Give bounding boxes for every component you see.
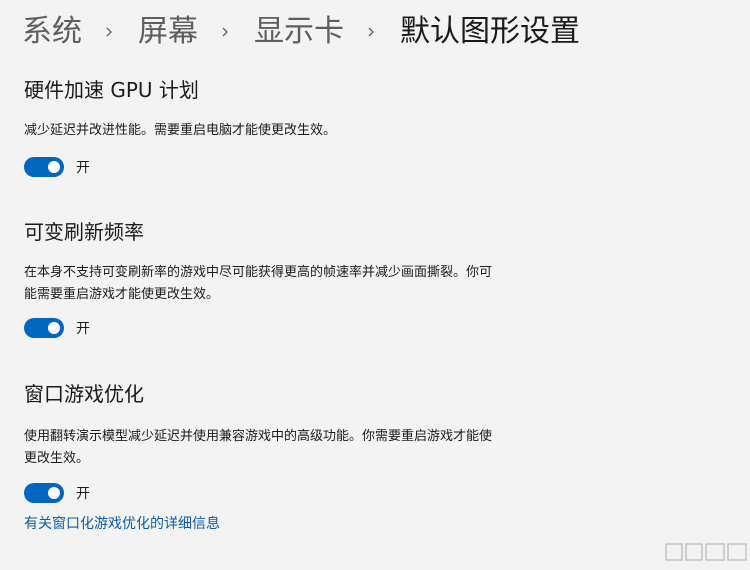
section-description: 在本身不支持可变刷新率的游戏中尽可能获得更高的帧速率并减少画面撕裂。你可能需要重… (24, 265, 493, 302)
chevron-right-icon (104, 27, 114, 37)
breadcrumb-item-system[interactable]: 系统 (22, 12, 82, 52)
windowed-game-optimizations-toggle[interactable] (24, 483, 64, 503)
section-title: 可变刷新频率 (24, 220, 144, 244)
chevron-right-icon (220, 27, 230, 37)
toggle-row-windowed-game-optimizations: 开 (24, 483, 90, 503)
section-description-wrapper: 减少延迟并改进性能。需要重启电脑才能使更改生效。 (24, 120, 504, 142)
section-title: 窗口游戏优化 (24, 382, 144, 406)
section-description: 减少延迟并改进性能。需要重启电脑才能使更改生效。 (24, 123, 337, 138)
section-description: 使用翻转演示模型减少延迟并使用兼容游戏中的高级功能。你需要重启游戏才能使更改生效… (24, 429, 493, 466)
breadcrumb-item-display[interactable]: 屏幕 (138, 12, 198, 52)
chevron-right-icon (366, 27, 376, 37)
toggle-row-hardware-gpu-scheduling: 开 (24, 157, 90, 177)
hardware-gpu-scheduling-toggle[interactable] (24, 157, 64, 177)
watermark-logo (664, 540, 750, 566)
variable-refresh-rate-toggle[interactable] (24, 318, 64, 338)
breadcrumb: 系统 屏幕 显示卡 默认图形设置 (22, 12, 580, 52)
toggle-state-label: 开 (76, 486, 90, 502)
toggle-state-label: 开 (76, 160, 90, 176)
section-windowed-game-optimizations: 窗口游戏优化 (24, 380, 504, 408)
toggle-knob (48, 322, 60, 334)
toggle-knob (48, 161, 60, 173)
section-title: 硬件加速 GPU 计划 (24, 78, 199, 102)
toggle-knob (48, 487, 60, 499)
page-title: 默认图形设置 (400, 14, 580, 49)
section-description-wrapper: 在本身不支持可变刷新率的游戏中尽可能获得更高的帧速率并减少画面撕裂。你可能需要重… (24, 262, 504, 306)
section-variable-refresh-rate: 可变刷新频率 (24, 218, 504, 246)
toggle-row-variable-refresh-rate: 开 (24, 318, 90, 338)
section-description-wrapper: 使用翻转演示模型减少延迟并使用兼容游戏中的高级功能。你需要重启游戏才能使更改生效… (24, 426, 504, 470)
breadcrumb-item-graphics[interactable]: 显示卡 (254, 12, 344, 52)
windowed-game-optimization-info-link[interactable]: 有关窗口化游戏优化的详细信息 (24, 514, 220, 534)
section-hardware-gpu-scheduling: 硬件加速 GPU 计划 (24, 76, 504, 104)
toggle-state-label: 开 (76, 321, 90, 337)
